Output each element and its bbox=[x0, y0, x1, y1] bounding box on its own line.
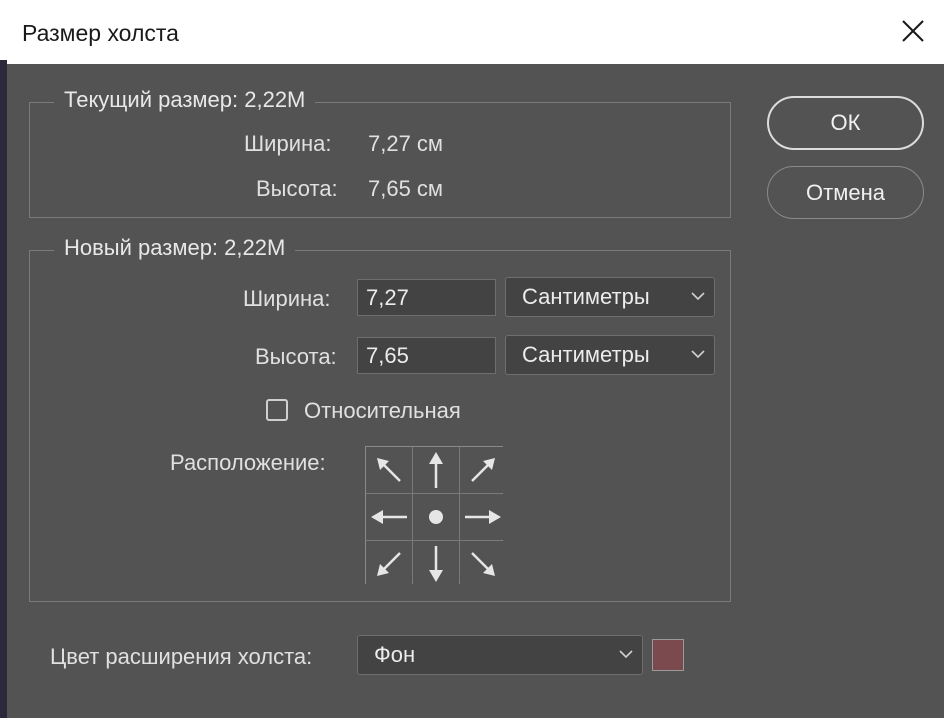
chevron-down-icon bbox=[619, 650, 633, 659]
arrow-down-icon bbox=[429, 546, 443, 582]
canvas-size-window: Размер холста Текущий размер: 2,22M Шири… bbox=[0, 0, 944, 718]
window-title: Размер холста bbox=[22, 20, 179, 46]
extension-color-swatch[interactable] bbox=[652, 639, 684, 671]
close-icon bbox=[902, 20, 924, 42]
current-size-group: Текущий размер: 2,22M Ширина: 7,27 см Вы… bbox=[29, 87, 731, 218]
arrow-right-icon bbox=[465, 510, 501, 524]
cancel-button-label: Отмена bbox=[806, 180, 885, 205]
anchor-center[interactable] bbox=[413, 494, 459, 540]
height-unit-value: Сантиметры bbox=[522, 342, 650, 367]
close-button[interactable] bbox=[896, 14, 930, 48]
width-unit-select[interactable]: Сантиметры bbox=[505, 277, 715, 317]
relative-label: Относительная bbox=[304, 398, 461, 423]
current-size-legend: Текущий размер: 2,22M bbox=[54, 87, 316, 113]
anchor-left[interactable] bbox=[366, 494, 412, 540]
anchor-top[interactable] bbox=[413, 447, 459, 493]
anchor-top-right[interactable] bbox=[460, 447, 506, 493]
anchor-bottom-left[interactable] bbox=[366, 541, 412, 587]
anchor-right[interactable] bbox=[460, 494, 506, 540]
dot-icon bbox=[429, 510, 443, 524]
extension-color-select[interactable]: Фон bbox=[357, 635, 643, 675]
cancel-button[interactable]: Отмена bbox=[767, 166, 924, 219]
height-unit-select[interactable]: Сантиметры bbox=[505, 335, 715, 375]
new-height-input[interactable] bbox=[357, 337, 496, 374]
anchor-grid bbox=[365, 446, 506, 587]
ok-button-label: ОК bbox=[830, 110, 861, 135]
new-size-legend: Новый размер: 2,22M bbox=[54, 235, 296, 261]
arrow-down-right-icon bbox=[471, 552, 495, 576]
arrow-up-left-icon bbox=[377, 458, 401, 482]
anchor-bottom-right[interactable] bbox=[460, 541, 506, 587]
extension-color-value: Фон bbox=[374, 642, 416, 667]
anchor-label: Расположение: bbox=[170, 450, 326, 475]
current-height-label: Высота: bbox=[256, 176, 338, 201]
anchor-bottom[interactable] bbox=[413, 541, 459, 587]
dialog-body: Текущий размер: 2,22M Ширина: 7,27 см Вы… bbox=[7, 64, 944, 718]
anchor-top-left[interactable] bbox=[366, 447, 412, 493]
arrow-down-left-icon bbox=[377, 552, 401, 576]
current-height-value: 7,65 см bbox=[368, 176, 444, 201]
width-unit-value: Сантиметры bbox=[522, 284, 650, 309]
arrow-up-right-icon bbox=[471, 458, 495, 482]
chevron-down-icon bbox=[691, 350, 705, 359]
chevron-down-icon bbox=[691, 292, 705, 301]
current-width-value: 7,27 см bbox=[368, 131, 444, 156]
title-bar: Размер холста bbox=[0, 0, 944, 64]
new-width-label: Ширина: bbox=[243, 286, 331, 311]
current-width-label: Ширина: bbox=[244, 131, 332, 156]
new-width-input[interactable] bbox=[357, 279, 496, 316]
arrow-up-icon bbox=[429, 452, 443, 488]
extension-color-label: Цвет расширения холста: bbox=[50, 644, 313, 669]
background-image-edge bbox=[0, 60, 7, 718]
arrow-left-icon bbox=[371, 510, 407, 524]
new-height-label: Высота: bbox=[255, 344, 337, 369]
ok-button[interactable]: ОК bbox=[767, 96, 924, 150]
relative-checkbox[interactable] bbox=[266, 399, 288, 421]
